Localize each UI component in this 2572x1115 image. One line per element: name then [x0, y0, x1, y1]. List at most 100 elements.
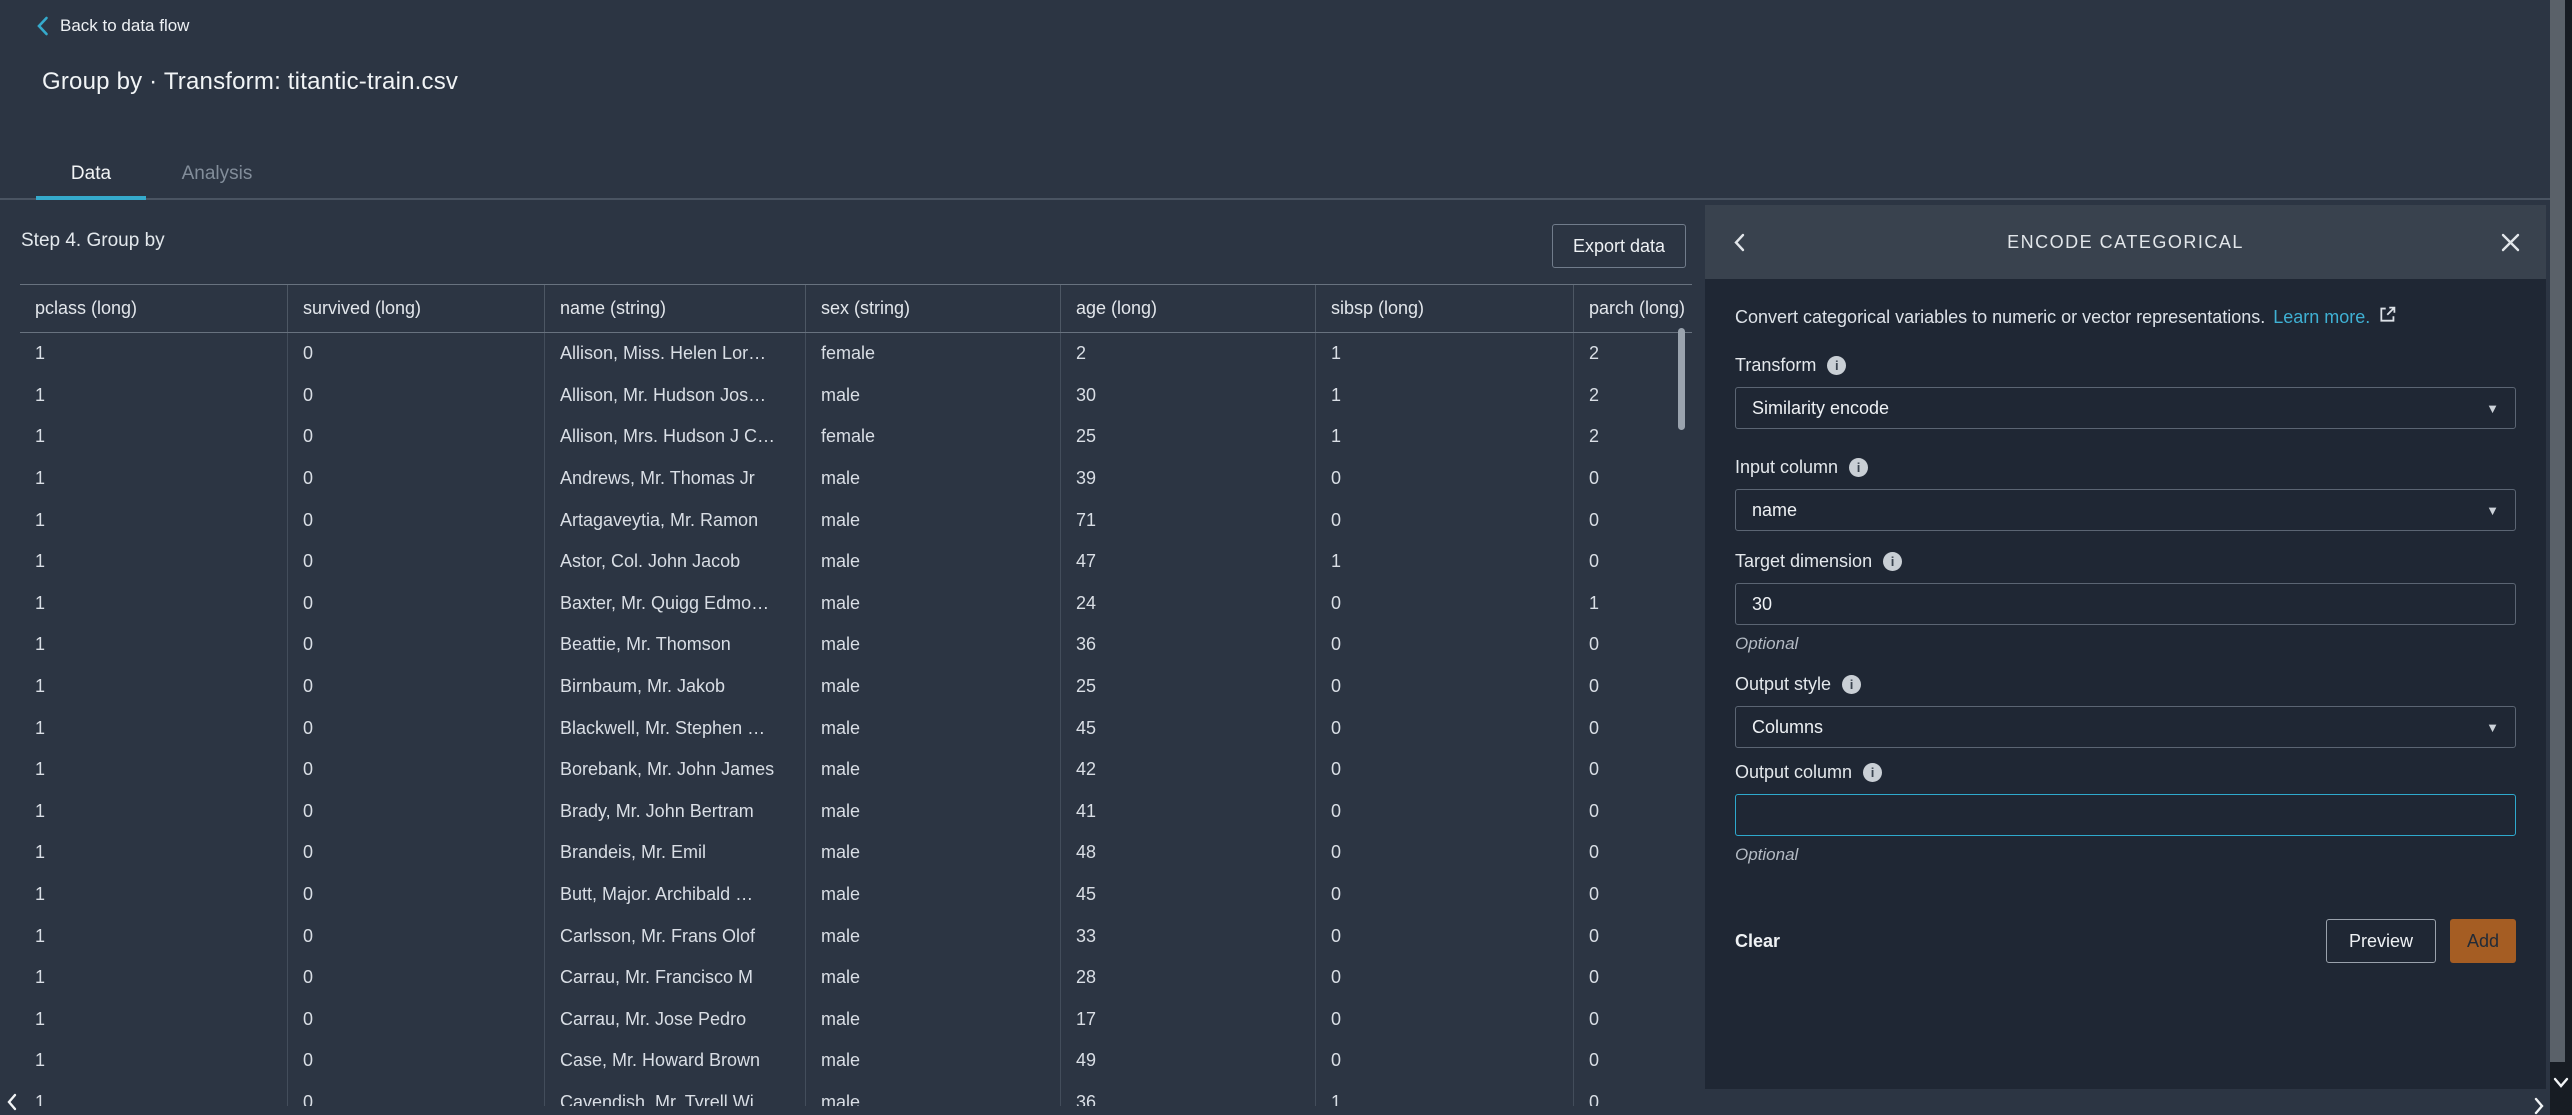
output-column-input[interactable] — [1735, 794, 2516, 836]
table-cell: 0 — [1316, 915, 1574, 957]
table-cell: 0 — [1316, 707, 1574, 749]
tab-analysis[interactable]: Analysis — [146, 149, 288, 198]
table-row[interactable]: 10Beattie, Mr. Thomsonmale3600 — [20, 624, 1692, 666]
optional-note: Optional — [1735, 845, 2516, 865]
table-row[interactable]: 10Borebank, Mr. John Jamesmale4200 — [20, 749, 1692, 791]
table-cell: male — [806, 957, 1061, 999]
table-cell: 0 — [1574, 458, 1692, 500]
add-button[interactable]: Add — [2450, 919, 2516, 963]
table-cell: 0 — [1316, 874, 1574, 916]
learn-more-link[interactable]: Learn more. — [2273, 307, 2370, 328]
panel-back-button[interactable] — [1733, 233, 1745, 252]
table-vertical-scrollbar[interactable] — [1678, 328, 1685, 430]
table-cell: 0 — [1574, 1082, 1692, 1106]
table-cell: 0 — [1316, 832, 1574, 874]
output-style-select[interactable]: Columns ▼ — [1735, 706, 2516, 748]
info-icon[interactable]: i — [1883, 552, 1902, 571]
column-header[interactable]: parch (long) — [1574, 285, 1692, 332]
column-header[interactable]: sex (string) — [806, 285, 1061, 332]
table-row[interactable]: 10Butt, Major. Archibald …male4500 — [20, 874, 1692, 916]
table-row[interactable]: 10Allison, Mrs. Hudson J C…female2512 — [20, 416, 1692, 458]
table-cell: Artagaveytia, Mr. Ramon — [545, 499, 806, 541]
table-cell: male — [806, 624, 1061, 666]
table-cell: 0 — [1316, 499, 1574, 541]
clear-button[interactable]: Clear — [1735, 931, 1780, 952]
table-cell: 0 — [1316, 624, 1574, 666]
table-row[interactable]: 10Astor, Col. John Jacobmale4710 — [20, 541, 1692, 583]
table-cell: 49 — [1061, 1040, 1316, 1082]
transform-select[interactable]: Similarity encode ▼ — [1735, 387, 2516, 429]
table-cell: 1 — [20, 707, 288, 749]
table-cell: 0 — [288, 749, 545, 791]
table-cell: male — [806, 666, 1061, 708]
table-cell: Carlsson, Mr. Frans Olof — [545, 915, 806, 957]
table-cell: 1 — [20, 375, 288, 417]
info-icon[interactable]: i — [1863, 763, 1882, 782]
table-cell: 0 — [1316, 957, 1574, 999]
table-row[interactable]: 10Brandeis, Mr. Emilmale4800 — [20, 832, 1692, 874]
table-cell: 0 — [1574, 1040, 1692, 1082]
table-row[interactable]: 10Andrews, Mr. Thomas Jrmale3900 — [20, 458, 1692, 500]
table-row[interactable]: 10Allison, Mr. Hudson Jos…male3012 — [20, 375, 1692, 417]
page-scrollbar-thumb[interactable] — [2550, 0, 2565, 1062]
table-cell: 1 — [20, 333, 288, 375]
table-cell: 0 — [1574, 999, 1692, 1041]
table-cell: 1 — [1316, 1082, 1574, 1106]
table-cell: 0 — [288, 874, 545, 916]
table-cell: 17 — [1061, 999, 1316, 1041]
table-row[interactable]: 10Carrau, Mr. Francisco Mmale2800 — [20, 957, 1692, 999]
info-icon[interactable]: i — [1849, 458, 1868, 477]
preview-button[interactable]: Preview — [2326, 919, 2436, 963]
table-row[interactable]: 10Cavendish, Mr. Tyrell Wi…male3610 — [20, 1082, 1692, 1106]
table-row[interactable]: 10Baxter, Mr. Quigg Edmo…male2401 — [20, 583, 1692, 625]
table-row[interactable]: 10Carrau, Mr. Jose Pedromale1700 — [20, 999, 1692, 1041]
table-row[interactable]: 10Case, Mr. Howard Brownmale4900 — [20, 1040, 1692, 1082]
info-icon[interactable]: i — [1827, 356, 1846, 375]
export-data-button[interactable]: Export data — [1552, 224, 1686, 268]
column-header[interactable]: age (long) — [1061, 285, 1316, 332]
column-header[interactable]: sibsp (long) — [1316, 285, 1574, 332]
table-cell: Allison, Miss. Helen Lor… — [545, 333, 806, 375]
table-cell: 0 — [288, 707, 545, 749]
table-cell: Astor, Col. John Jacob — [545, 541, 806, 583]
back-to-data-flow-link[interactable]: Back to data flow — [36, 16, 189, 36]
table-cell: Brady, Mr. John Bertram — [545, 791, 806, 833]
table-cell: 0 — [288, 1082, 545, 1106]
tab-data[interactable]: Data — [36, 149, 146, 198]
chevron-down-icon[interactable] — [2551, 1076, 2571, 1095]
column-header[interactable]: survived (long) — [288, 285, 545, 332]
table-cell: Borebank, Mr. John James — [545, 749, 806, 791]
target-dimension-input[interactable] — [1735, 583, 2516, 625]
table-cell: 1 — [20, 666, 288, 708]
column-header[interactable]: pclass (long) — [20, 285, 288, 332]
page-title: Group by · Transform: titantic-train.csv — [42, 68, 458, 96]
table-cell: 0 — [1574, 624, 1692, 666]
caret-down-icon: ▼ — [2486, 401, 2499, 416]
panel-body: Convert categorical variables to numeric… — [1705, 279, 2546, 963]
table-cell: 30 — [1061, 375, 1316, 417]
table-cell: 1 — [20, 832, 288, 874]
table-cell: male — [806, 1082, 1061, 1106]
scroll-right-icon[interactable] — [2532, 1096, 2546, 1115]
input-column-select[interactable]: name ▼ — [1735, 489, 2516, 531]
table-row[interactable]: 10Blackwell, Mr. Stephen …male4500 — [20, 707, 1692, 749]
external-link-icon[interactable] — [2378, 305, 2397, 329]
table-cell: 0 — [1574, 832, 1692, 874]
table-row[interactable]: 10Allison, Miss. Helen Lor…female212 — [20, 333, 1692, 375]
table-row[interactable]: 10Carlsson, Mr. Frans Olofmale3300 — [20, 915, 1692, 957]
page-vertical-scrollbar[interactable] — [2550, 0, 2572, 1115]
caret-down-icon: ▼ — [2486, 720, 2499, 735]
info-icon[interactable]: i — [1842, 675, 1861, 694]
table-cell: 25 — [1061, 666, 1316, 708]
table-cell: Carrau, Mr. Francisco M — [545, 957, 806, 999]
table-row[interactable]: 10Birnbaum, Mr. Jakobmale2500 — [20, 666, 1692, 708]
table-cell: Brandeis, Mr. Emil — [545, 832, 806, 874]
close-icon[interactable] — [2501, 233, 2520, 252]
table-row[interactable]: 10Brady, Mr. John Bertrammale4100 — [20, 791, 1692, 833]
table-cell: Birnbaum, Mr. Jakob — [545, 666, 806, 708]
table-row[interactable]: 10Artagaveytia, Mr. Ramonmale7100 — [20, 499, 1692, 541]
table-cell: 1 — [20, 541, 288, 583]
scroll-left-icon[interactable] — [5, 1092, 19, 1115]
table-cell: 0 — [288, 375, 545, 417]
column-header[interactable]: name (string) — [545, 285, 806, 332]
